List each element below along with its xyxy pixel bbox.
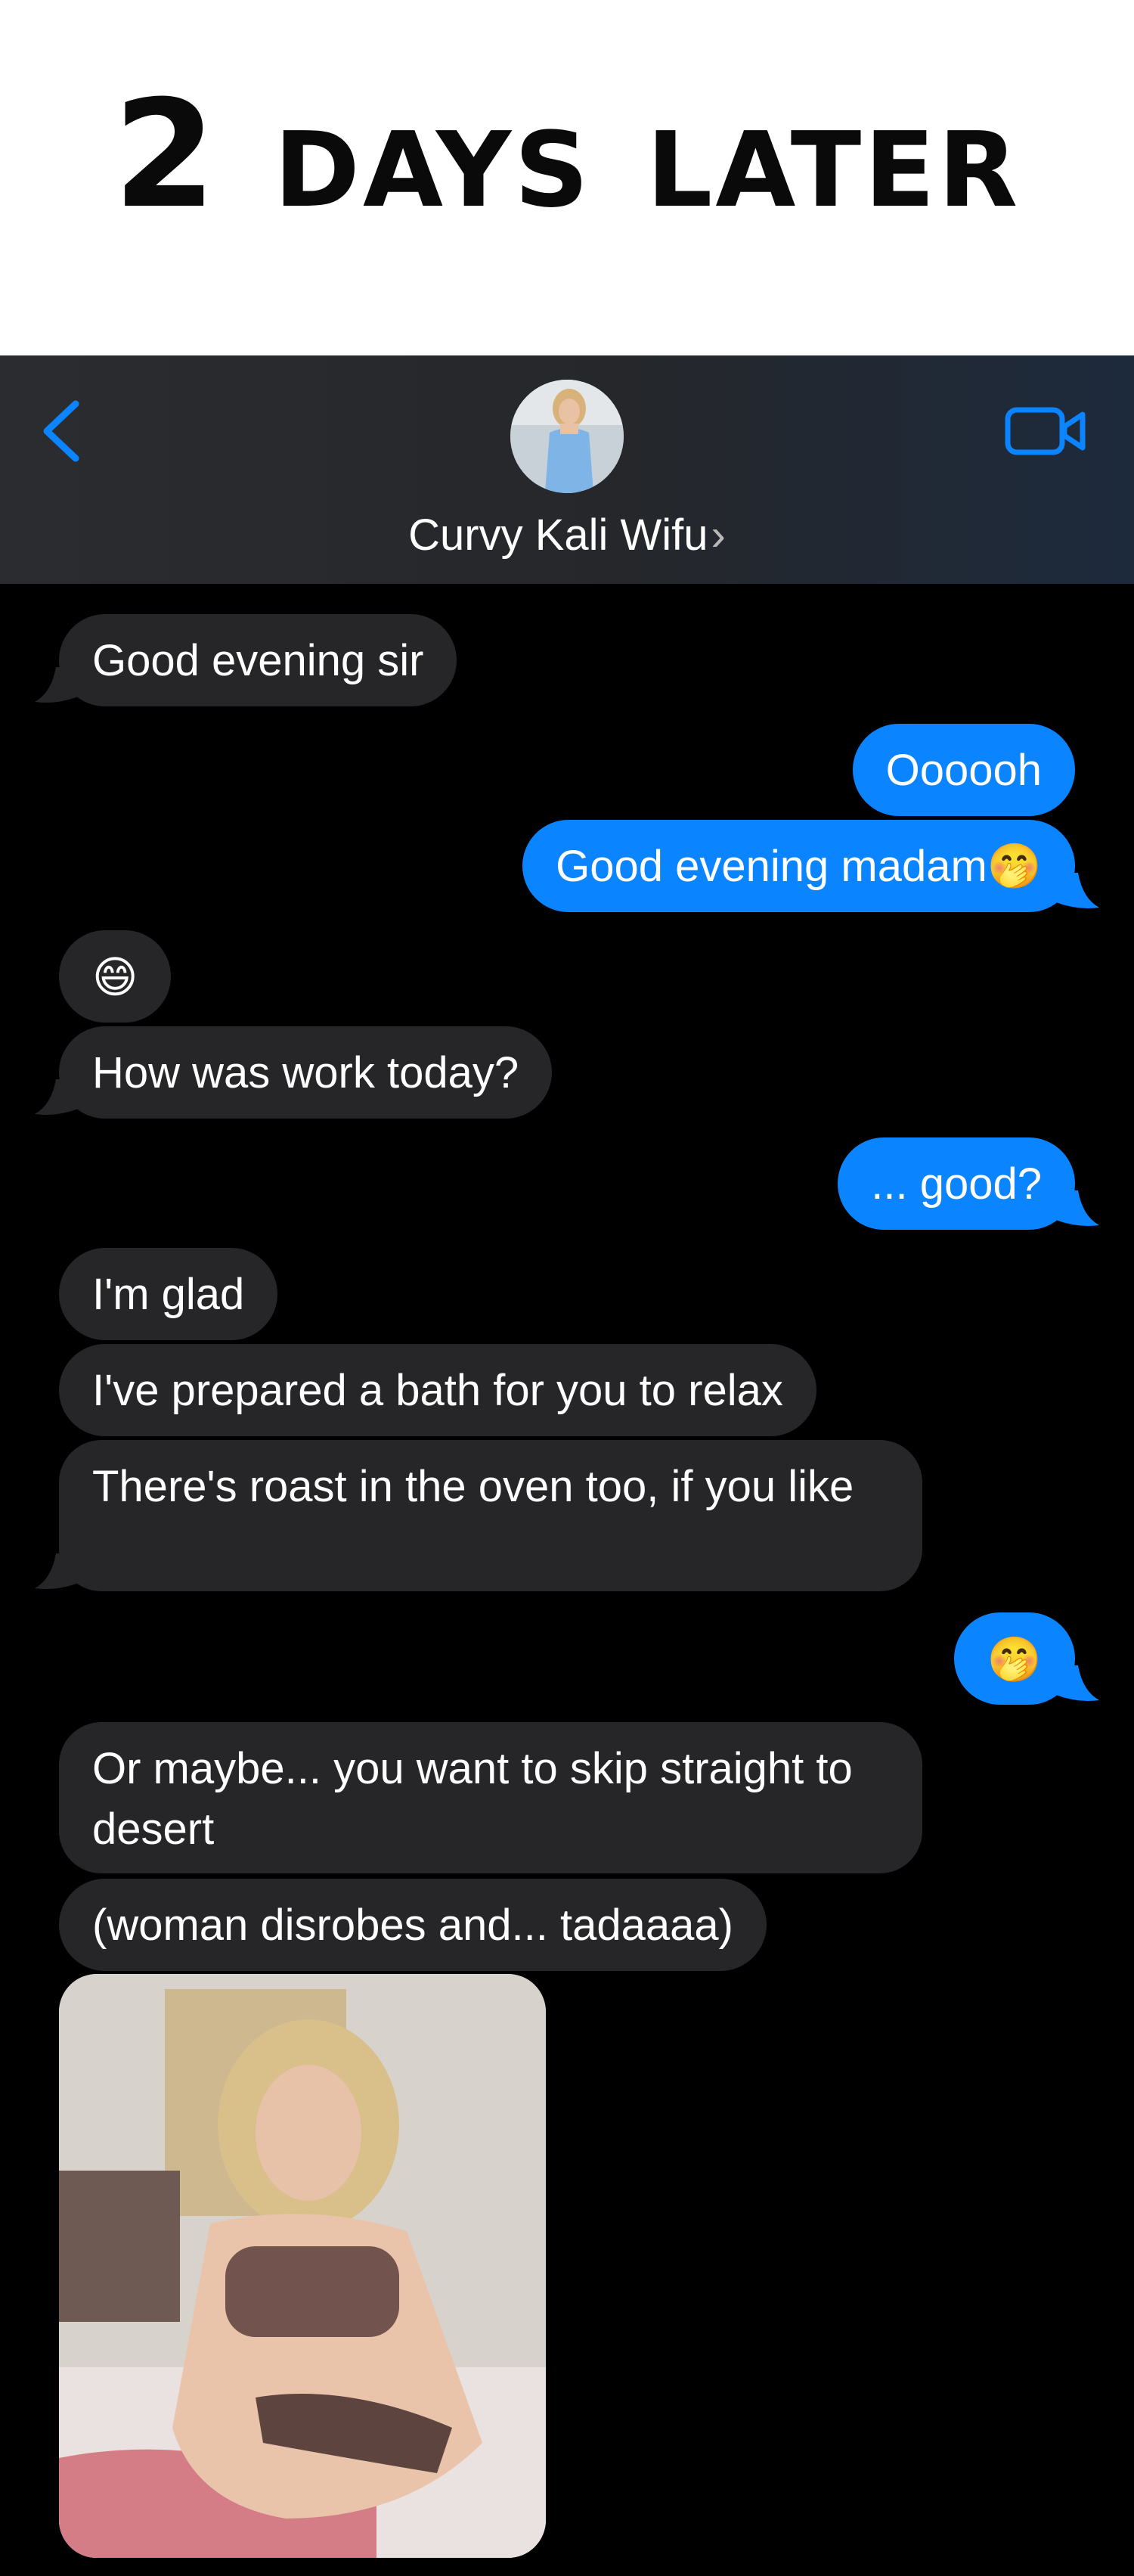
bubble-tail bbox=[1054, 1665, 1099, 1701]
bubble-tail bbox=[1054, 1190, 1099, 1226]
banner-title: 2 days later bbox=[113, 69, 1021, 241]
message-bubble-incoming[interactable]: I'm glad bbox=[59, 1248, 278, 1340]
message-bubble-outgoing[interactable]: ... good? bbox=[838, 1137, 1075, 1230]
message-bubble-incoming[interactable]: I've prepared a bath for you to relax bbox=[59, 1344, 816, 1436]
message-bubble-outgoing[interactable]: Oooooh bbox=[852, 724, 1075, 816]
message-text: There's roast in the oven too, if you li… bbox=[92, 1462, 854, 1511]
message-text: Oooooh bbox=[885, 746, 1042, 795]
message-text: (woman disrobes and... tadaaaa) bbox=[92, 1901, 733, 1950]
conversation-header: Curvy Kali Wifu› bbox=[0, 355, 1134, 584]
message-text: Good evening madam🤭 bbox=[556, 842, 1042, 891]
message-text: Good evening sir bbox=[92, 636, 424, 685]
bubble-tail bbox=[1054, 873, 1099, 908]
message-text: How was work today? bbox=[92, 1048, 519, 1097]
message-bubble-incoming[interactable]: (woman disrobes and... tadaaaa) bbox=[59, 1879, 767, 1971]
back-button[interactable] bbox=[36, 393, 89, 469]
photo-image bbox=[59, 1974, 546, 2558]
message-bubble-incoming[interactable]: There's roast in the oven too, if you li… bbox=[59, 1440, 922, 1591]
chevron-left-icon bbox=[43, 400, 79, 462]
message-text: I'm glad bbox=[92, 1270, 245, 1319]
message-bubble-incoming[interactable]: Good evening sir bbox=[59, 614, 457, 706]
contact-name: Curvy Kali Wifu bbox=[408, 511, 708, 560]
message-text: I've prepared a bath for you to relax bbox=[92, 1366, 783, 1415]
bubble-tail bbox=[35, 1079, 80, 1115]
message-bubble-incoming[interactable]: How was work today? bbox=[59, 1026, 553, 1119]
contact-avatar[interactable] bbox=[510, 380, 624, 493]
image-attachment[interactable] bbox=[59, 1974, 546, 2558]
message-thread[interactable]: Good evening sir Oooooh Good evening mad… bbox=[0, 584, 1134, 2576]
message-text: Or maybe... you want to skip straight to… bbox=[92, 1744, 853, 1854]
message-text: ... good? bbox=[871, 1159, 1042, 1209]
message-bubble-incoming[interactable]: 😄 bbox=[59, 930, 172, 1023]
chevron-right-icon: › bbox=[711, 511, 726, 560]
video-call-button[interactable] bbox=[1004, 401, 1089, 461]
message-bubble-incoming[interactable]: Or maybe... you want to skip straight to… bbox=[59, 1722, 922, 1873]
bubble-tail bbox=[35, 667, 80, 703]
message-bubble-outgoing[interactable]: Good evening madam🤭 bbox=[522, 820, 1075, 912]
emoji-message: 🤭 bbox=[987, 1634, 1042, 1685]
bubble-tail bbox=[35, 1553, 80, 1589]
caption-banner: 2 days later bbox=[0, 0, 1134, 355]
video-camera-icon bbox=[1005, 407, 1086, 455]
contact-name-row[interactable]: Curvy Kali Wifu› bbox=[0, 505, 1134, 566]
emoji-message: 😄 bbox=[92, 951, 138, 1003]
